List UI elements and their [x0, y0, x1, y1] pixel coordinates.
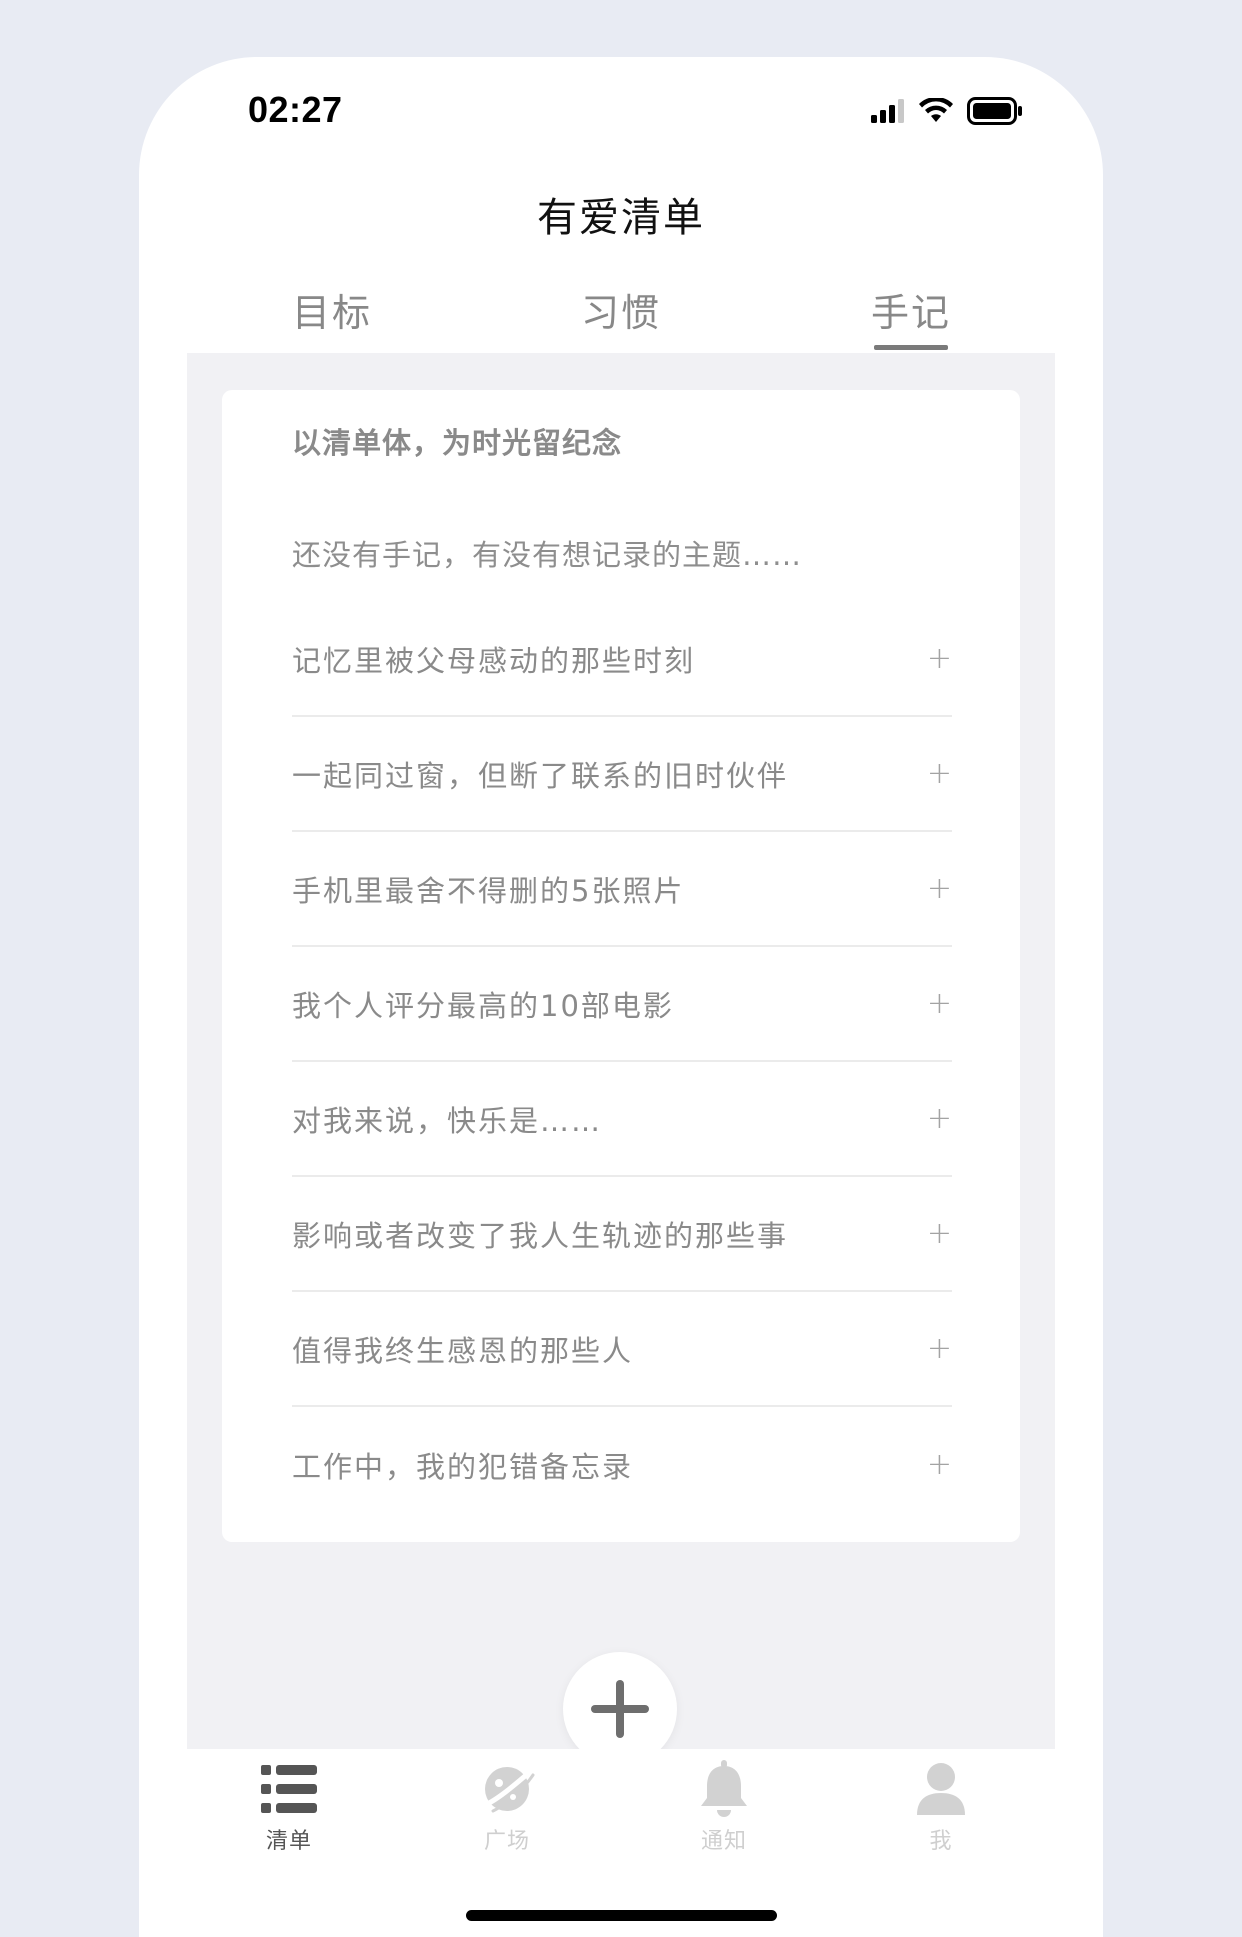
- person-icon: [911, 1759, 971, 1819]
- card-heading: 以清单体，为时光留纪念: [292, 426, 623, 460]
- list-item-label: 手机里最舍不得删的5张照片: [292, 873, 685, 908]
- signal-icon: [871, 99, 904, 123]
- tab-habits[interactable]: 习惯: [551, 282, 691, 337]
- list-item-label: 工作中，我的犯错备忘录: [292, 1449, 634, 1484]
- nav-label-me: 我: [929, 1829, 953, 1854]
- nav-item-plaza[interactable]: 广场: [457, 1759, 557, 1855]
- list-item[interactable]: 一起同过窗，但断了联系的旧时伙伴 +: [292, 717, 952, 832]
- add-icon[interactable]: +: [927, 871, 952, 906]
- planet-icon: [477, 1759, 537, 1819]
- list-item-label: 记忆里被父母感动的那些时刻: [292, 643, 696, 678]
- list-item-label: 影响或者改变了我人生轨迹的那些事: [292, 1218, 789, 1253]
- wifi-icon: [919, 98, 953, 122]
- bell-icon: [694, 1759, 754, 1819]
- list-item[interactable]: 影响或者改变了我人生轨迹的那些事 +: [292, 1177, 952, 1292]
- nav-label-notifications: 通知: [700, 1829, 747, 1854]
- list-item-label: 我个人评分最高的10部电影: [292, 988, 674, 1023]
- add-icon[interactable]: +: [927, 1101, 952, 1136]
- list-item[interactable]: 值得我终生感恩的那些人 +: [292, 1292, 952, 1407]
- tab-active-indicator: [874, 345, 948, 350]
- nav-item-notifications[interactable]: 通知: [674, 1759, 774, 1855]
- list-item[interactable]: 工作中，我的犯错备忘录 +: [292, 1407, 952, 1522]
- content-area: 以清单体，为时光留纪念 还没有手记，有没有想记录的主题…… 记忆里被父母感动的那…: [187, 353, 1055, 1766]
- status-icons: [871, 97, 1023, 125]
- list-item[interactable]: 我个人评分最高的10部电影 +: [292, 947, 952, 1062]
- empty-state-text: 还没有手记，有没有想记录的主题……: [292, 538, 803, 572]
- add-icon[interactable]: +: [927, 1331, 952, 1366]
- nav-item-me[interactable]: 我: [891, 1759, 991, 1855]
- list-item[interactable]: 对我来说，快乐是…… +: [292, 1062, 952, 1177]
- list-item[interactable]: 记忆里被父母感动的那些时刻 +: [292, 602, 952, 717]
- nav-label-plaza: 广场: [483, 1829, 530, 1854]
- add-icon[interactable]: +: [927, 1447, 952, 1482]
- status-time: 02:27: [248, 89, 343, 130]
- notes-card: 以清单体，为时光留纪念 还没有手记，有没有想记录的主题…… 记忆里被父母感动的那…: [222, 390, 1020, 1542]
- add-icon[interactable]: +: [927, 986, 952, 1021]
- add-icon[interactable]: +: [927, 756, 952, 791]
- list-item-label: 对我来说，快乐是……: [292, 1103, 603, 1138]
- add-icon[interactable]: +: [927, 1216, 952, 1251]
- page-title: 有爱清单: [537, 195, 705, 241]
- battery-icon: [967, 97, 1022, 125]
- list-item-label: 一起同过窗，但断了联系的旧时伙伴: [292, 758, 789, 793]
- add-icon[interactable]: +: [927, 641, 952, 676]
- phone-screen: 02:27 有爱清单 目标 习惯 手记 以清单体，为时光留纪念 还没有手记，有没…: [139, 57, 1103, 1937]
- plus-icon: [591, 1680, 649, 1738]
- tab-goals[interactable]: 目标: [262, 282, 402, 337]
- list-icon: [259, 1759, 319, 1819]
- tab-bar: 目标 习惯 手记: [139, 282, 1103, 352]
- tab-notes[interactable]: 手记: [841, 282, 981, 337]
- home-indicator: [466, 1910, 777, 1921]
- topic-list: 记忆里被父母感动的那些时刻 + 一起同过窗，但断了联系的旧时伙伴 + 手机里最舍…: [292, 602, 952, 1522]
- list-item[interactable]: 手机里最舍不得删的5张照片 +: [292, 832, 952, 947]
- list-item-label: 值得我终生感恩的那些人: [292, 1333, 634, 1368]
- nav-label-list: 清单: [265, 1829, 312, 1854]
- nav-item-list[interactable]: 清单: [239, 1759, 339, 1855]
- bottom-nav: 清单 广场 通知 我: [139, 1749, 1103, 1869]
